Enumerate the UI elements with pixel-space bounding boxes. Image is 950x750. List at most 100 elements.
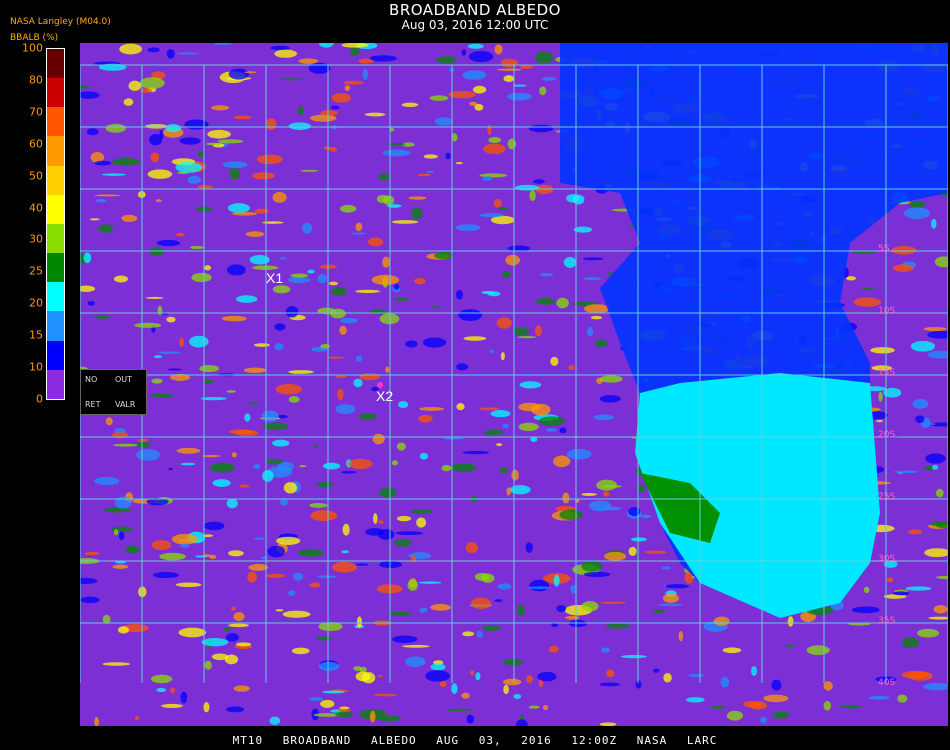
- cloud-pixel: [83, 252, 92, 264]
- cloud-pixel: [364, 112, 386, 117]
- cloud-pixel: [151, 540, 172, 550]
- cloud-pixel: [190, 245, 204, 250]
- cloud-pixel: [244, 71, 257, 74]
- cloud-pixel: [84, 551, 100, 556]
- cloud-pixel: [413, 277, 426, 285]
- cloud-pixel: [367, 237, 383, 247]
- cloud-pixel: [247, 571, 257, 583]
- cloud-pixel: [288, 370, 314, 374]
- cloud-pixel: [441, 464, 452, 472]
- cloud-pixel: [456, 289, 463, 300]
- cloud-pixel: [519, 381, 542, 389]
- cloud-pixel: [526, 675, 533, 684]
- colorbar-segment: [47, 340, 64, 370]
- cloud-pixel: [175, 162, 203, 173]
- cloud-pixel: [663, 672, 672, 683]
- cloud-pixel: [568, 365, 575, 371]
- cloud-pixel: [493, 198, 502, 208]
- cloud-pixel: [503, 75, 515, 82]
- cloud-pixel: [861, 287, 875, 291]
- cloud-pixel: [467, 43, 484, 49]
- cloud-pixel: [228, 623, 250, 628]
- cloud-pixel: [149, 393, 175, 398]
- cloud-pixel: [497, 207, 510, 211]
- nodata-legend: NO OUT RET VALR: [80, 369, 147, 415]
- cloud-pixel: [607, 272, 613, 276]
- cloud-pixel: [139, 77, 165, 89]
- cloud-pixel: [254, 208, 269, 214]
- cloud-pixel: [274, 343, 284, 351]
- cloud-pixel: [891, 246, 917, 255]
- cloud-pixel: [115, 561, 127, 564]
- cloud-pixel: [411, 207, 423, 220]
- nodata-valr: VALR: [115, 400, 136, 409]
- cloud-pixel: [339, 706, 350, 710]
- cloud-pixel: [156, 239, 181, 247]
- cloud-pixel: [581, 601, 599, 612]
- cloud-pixel: [548, 645, 559, 653]
- cloud-pixel: [604, 551, 627, 561]
- cloud-pixel: [405, 340, 418, 348]
- cloud-pixel: [226, 264, 246, 276]
- cloud-pixel: [929, 521, 948, 527]
- cloud-pixel: [425, 670, 451, 682]
- footer-caption: MT10 BROADBAND ALBEDO AUG 03, 2016 12:00…: [232, 734, 718, 747]
- cloud-pixel: [505, 254, 521, 266]
- cloud-pixel: [212, 479, 231, 487]
- cloud-pixel: [269, 716, 281, 725]
- cloud-pixel: [519, 65, 534, 69]
- cloud-pixel: [244, 413, 251, 422]
- cloud-pixel: [559, 427, 567, 434]
- cloud-pixel: [602, 485, 623, 488]
- cloud-pixel: [93, 315, 111, 319]
- cloud-pixel: [582, 277, 602, 281]
- cloud-pixel: [318, 661, 340, 671]
- cloud-pixel: [310, 114, 337, 122]
- colorbar-segment: [47, 194, 64, 224]
- colorbar-tick: 100: [22, 41, 43, 55]
- cloud-pixel: [323, 462, 341, 470]
- cloud-pixel: [285, 306, 299, 318]
- cloud-pixel: [426, 170, 434, 173]
- cloud-pixel: [356, 616, 363, 628]
- cloud-pixel: [476, 630, 483, 638]
- cloud-pixel: [665, 584, 690, 589]
- cloud-pixel: [468, 50, 494, 63]
- cloud-pixel: [912, 398, 929, 409]
- cloud-pixel: [125, 545, 141, 554]
- cloud-pixel: [226, 706, 245, 713]
- cloud-pixel: [502, 423, 510, 429]
- cloud-pixel: [901, 637, 919, 648]
- cloud-pixel: [118, 531, 125, 541]
- cloud-pixel: [87, 300, 95, 306]
- cloud-pixel: [386, 204, 402, 208]
- cloud-pixel: [339, 204, 357, 213]
- cloud-pixel: [111, 157, 140, 166]
- cloud-pixel: [863, 586, 870, 594]
- cloud-pixel: [451, 683, 458, 695]
- cloud-pixel: [925, 453, 946, 464]
- cloud-pixel: [892, 264, 914, 272]
- cloud-pixel: [231, 606, 237, 611]
- cloud-pixel: [151, 378, 163, 384]
- cloud-pixel: [221, 315, 247, 322]
- cloud-pixel: [907, 529, 923, 535]
- cloud-pixel: [418, 581, 442, 584]
- cloud-pixel: [910, 340, 936, 352]
- cloud-pixel: [159, 129, 164, 140]
- cloud-pixel: [901, 670, 928, 679]
- cloud-pixel: [541, 77, 557, 81]
- cloud-pixel: [358, 58, 374, 64]
- cloud-pixel: [917, 628, 940, 638]
- cloud-pixel: [497, 583, 512, 590]
- cloud-pixel: [371, 274, 400, 285]
- cloud-pixel: [203, 521, 225, 531]
- cloud-pixel: [161, 703, 183, 708]
- cloud-pixel: [513, 694, 522, 700]
- cloud-pixel: [466, 714, 475, 724]
- cloud-pixel: [355, 563, 369, 566]
- cloud-pixel: [355, 355, 363, 362]
- cloud-pixel: [145, 296, 164, 300]
- cloud-pixel: [155, 199, 162, 203]
- cloud-pixel: [433, 251, 454, 260]
